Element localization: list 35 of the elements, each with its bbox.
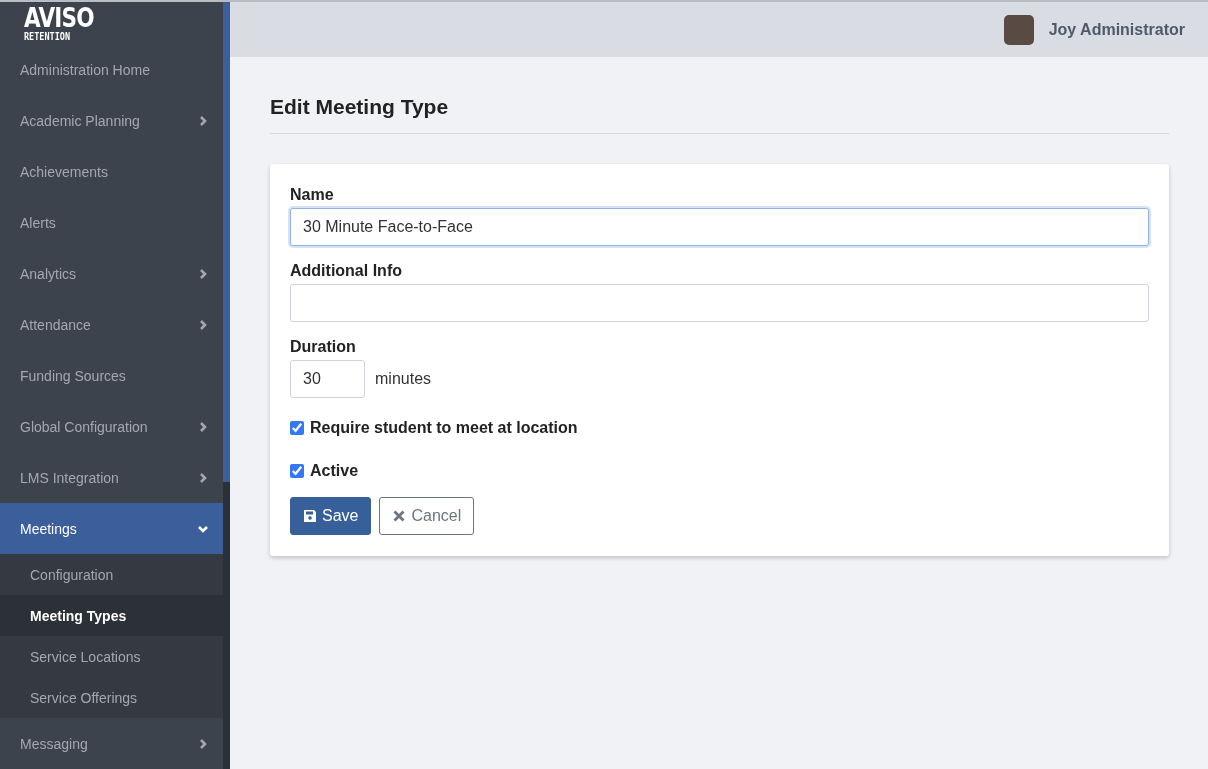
name-input-field[interactable]: 30 Minute Face-to-Face <box>290 208 1149 246</box>
field-label: Duration <box>290 338 356 356</box>
checkbox[interactable] <box>290 464 304 478</box>
sidebar-item[interactable]: Attendance <box>0 299 223 350</box>
sidebar-item[interactable]: Achievements <box>0 146 223 197</box>
checkbox[interactable] <box>290 421 304 435</box>
checkbox-label: Require student to meet at location <box>310 419 578 437</box>
sidebar-item[interactable]: LMS Integration <box>0 452 223 503</box>
sidebar-item[interactable]: Funding Sources <box>0 350 223 401</box>
sidebar-item[interactable]: Meetings <box>0 503 223 554</box>
sidebar-item[interactable]: Global Configuration <box>0 401 223 452</box>
logo-subtitle: RETENTION <box>24 30 71 42</box>
sidebar-item[interactable]: Alerts <box>0 197 223 248</box>
close-icon <box>392 509 407 523</box>
field-label: Additional Info <box>290 262 402 280</box>
sidebar-subitem[interactable]: Meeting Types <box>0 595 223 636</box>
unit-label: minutes <box>375 370 432 388</box>
user-name[interactable]: Joy Administrator <box>1048 20 1185 39</box>
cancel-button[interactable]: Cancel <box>379 497 475 535</box>
page-title: Edit Meeting Type <box>270 95 1169 134</box>
sidebar-subitem[interactable]: Configuration <box>0 554 223 595</box>
sidebar-item[interactable]: Administration Home <box>0 44 223 95</box>
logo-title: AVISO <box>24 4 94 31</box>
sidebar-item[interactable]: Analytics <box>0 248 223 299</box>
avatar-photo-placeholder <box>1003 14 1034 45</box>
duration-input-field[interactable]: 30 <box>290 360 365 398</box>
sidebar-subitem[interactable]: Service Locations <box>0 636 223 677</box>
sidebar-item[interactable]: Academic Planning <box>0 95 223 146</box>
scrollbar-thumb[interactable] <box>223 2 230 482</box>
sidebar-subitem[interactable]: Service Offerings <box>0 677 223 718</box>
save-button[interactable]: Save <box>290 497 372 535</box>
sidebar-item[interactable]: Messaging <box>0 718 223 769</box>
checkbox-label: Active <box>310 462 359 480</box>
additional-info-input-field[interactable] <box>290 284 1149 322</box>
field-label: Name <box>290 186 334 204</box>
